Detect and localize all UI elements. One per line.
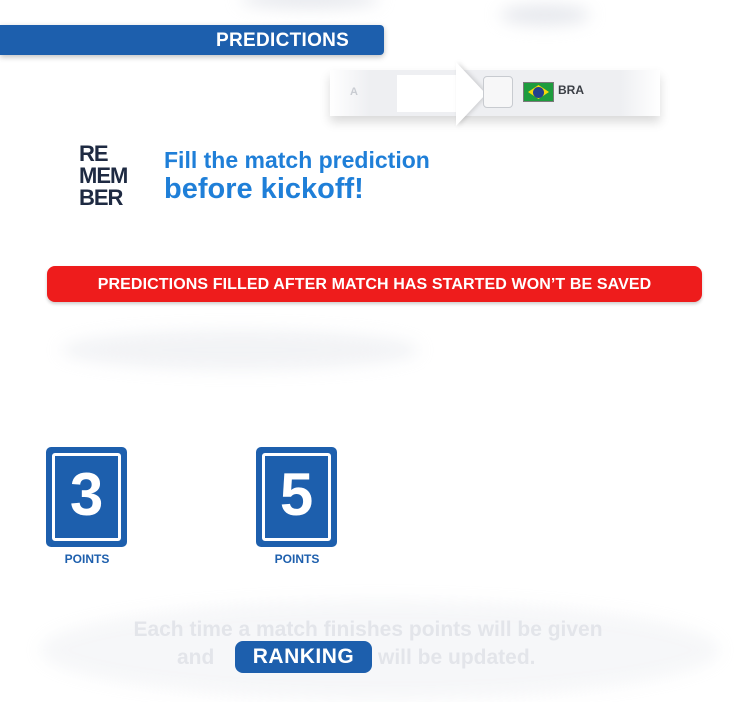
predictions-banner: PREDICTIONS: [0, 25, 384, 55]
predictions-title: PREDICTIONS: [216, 30, 350, 51]
pointer-arrow-icon: [397, 75, 459, 112]
remember-line: RE: [79, 141, 109, 166]
footer-line-1: Each time a match finishes points will b…: [133, 618, 603, 641]
background-smudge: [240, 0, 380, 8]
warning-banner: PREDICTIONS FILLED AFTER MATCH HAS START…: [47, 266, 702, 302]
reminder-line-1: Fill the match prediction: [164, 147, 430, 173]
points-value: 5: [279, 461, 314, 528]
home-team-code: A: [350, 86, 358, 98]
remember-line: BER: [79, 185, 123, 210]
ranking-button[interactable]: RANKING: [235, 641, 372, 673]
score-input[interactable]: [483, 76, 513, 108]
points-card-5: 5 POINTS: [256, 447, 338, 566]
points-card-3: 3 POINTS: [46, 447, 128, 566]
background-smudge: [500, 5, 590, 25]
away-team-code: BRA: [558, 83, 584, 97]
reminder-message: Fill the match prediction before kickoff…: [164, 147, 430, 205]
points-tile: 5: [256, 447, 337, 547]
brazil-flag-icon: [523, 82, 554, 102]
footer-line-2-left: and: [177, 646, 215, 669]
footer-line-2-right: will be updated.: [378, 646, 536, 669]
remember-line: MEM: [79, 163, 128, 188]
points-tile: 3: [46, 447, 127, 547]
points-label: POINTS: [274, 552, 320, 566]
points-value: 3: [69, 461, 104, 528]
reminder-line-2: before kickoff!: [164, 173, 364, 205]
points-label: POINTS: [64, 552, 110, 566]
background-smudge: [60, 330, 420, 370]
remember-logo: RE MEM BER: [79, 143, 149, 209]
warning-text: PREDICTIONS FILLED AFTER MATCH HAS START…: [97, 276, 652, 293]
pointer-arrow-head: [456, 62, 486, 126]
